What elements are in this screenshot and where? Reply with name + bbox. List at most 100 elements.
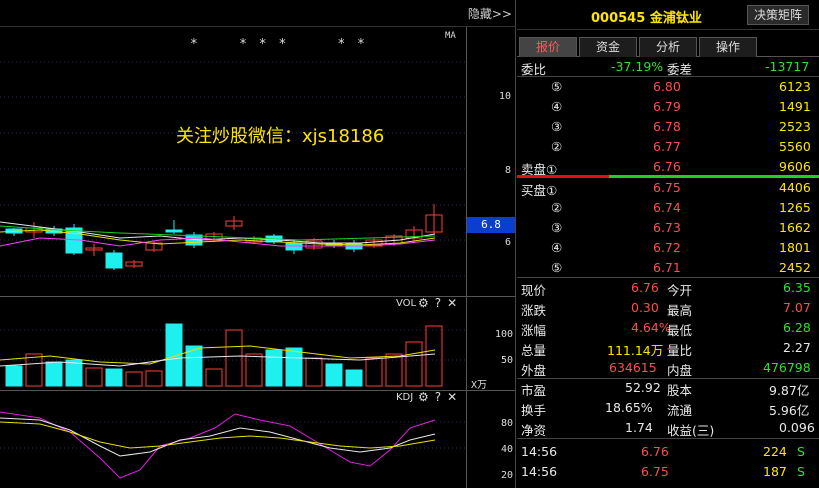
sell-price: 6.78 (653, 119, 681, 134)
volume-bar (305, 357, 323, 387)
sell-level-row: ④ 6.79 1491 (517, 97, 819, 117)
stat-row: 涨幅 4.64% 最低 6.28 (517, 318, 819, 338)
volume-bar (345, 369, 363, 387)
stat-label: 现价 (521, 283, 547, 298)
sell-level-label: ② (551, 139, 563, 154)
buy-price: 6.75 (653, 180, 681, 195)
buy-level-row: ② 6.74 1265 (517, 198, 819, 218)
stat-value: 0.30 (631, 300, 659, 315)
buy-volume: 1801 (779, 240, 811, 255)
tab-quote[interactable]: 报价 (519, 37, 577, 57)
wei-cha-value: -13717 (765, 59, 810, 74)
stock-app: 隐藏>> * * * * * * MA 关注炒股微信：xjs18186 10 8… (0, 0, 819, 488)
kdj-axis-label-20: 20 (501, 470, 514, 481)
sell-volume: 1491 (779, 99, 811, 114)
stock-title: 000545 金浦钛业 (591, 7, 702, 26)
tick-row: 14:56 6.76 224 S (517, 442, 819, 462)
stat-label: 换手 (521, 403, 547, 418)
price-axis-label-8: 8 (505, 165, 512, 176)
stat-label: 今开 (667, 283, 693, 298)
stat-value: 5.96亿 (769, 403, 810, 418)
buy-price: 6.73 (653, 220, 681, 235)
buy-level-label: ⑤ (551, 260, 563, 275)
sell-level-row: ⑤ 6.80 6123 (517, 77, 819, 97)
sell-price: 6.77 (653, 139, 681, 154)
vol-unit: X万 (471, 380, 488, 391)
quote-tabs: 报价 资金 分析 操作 (517, 37, 819, 57)
stat-label: 收益(三) (667, 423, 715, 438)
vol-settings-gear-icon[interactable]: ⚙ (418, 296, 429, 310)
buy-volume: 1265 (779, 200, 811, 215)
stat-value: 1.74 (625, 420, 653, 435)
chart-canvas (0, 61, 466, 479)
vol-help-icon[interactable]: ? (435, 296, 441, 310)
stat-label: 涨跌 (521, 303, 547, 318)
stat-row: 现价 6.76 今开 6.35 (517, 278, 819, 298)
volume-bar (205, 368, 223, 387)
tick-price: 6.76 (641, 444, 669, 459)
quote-panel: 000545 金浦钛业 决策矩阵 报价 资金 分析 操作 委比 -37.19% … (517, 0, 819, 488)
tick-time: 14:56 (521, 464, 558, 479)
stat-row: 外盘 634615 内盘 476798 (517, 358, 819, 378)
stat-row: 涨跌 0.30 最高 7.07 (517, 298, 819, 318)
stat-label: 外盘 (521, 363, 547, 378)
stat-row: 换手 18.65% 流通 5.96亿 (517, 398, 819, 418)
volume-bar (385, 353, 403, 387)
promo-text: 关注炒股微信：xjs18186 (176, 126, 385, 147)
stat-label: 股本 (667, 383, 693, 398)
buy-level-row: ④ 6.72 1801 (517, 238, 819, 258)
sell-level-row: ② 6.77 5560 (517, 137, 819, 157)
tab-funds[interactable]: 资金 (579, 37, 637, 57)
stock-name: 金浦钛业 (649, 11, 702, 26)
tick-side: S (797, 464, 805, 479)
volume-bar (25, 353, 43, 387)
buy-level-label: ④ (551, 240, 563, 255)
stat-label: 总量 (521, 343, 547, 358)
sell-level-label: ③ (551, 119, 563, 134)
stat-value: 9.87亿 (769, 383, 810, 398)
stat-label: 最低 (667, 323, 693, 338)
tick-time: 14:56 (521, 444, 558, 459)
chart-area: 隐藏>> * * * * * * MA 关注炒股微信：xjs18186 10 8… (0, 0, 516, 488)
stat-label: 流通 (667, 403, 693, 418)
ma-label: MA (445, 31, 456, 41)
kdj-axis-label-80: 80 (501, 418, 514, 429)
price-axis-label-10: 10 (499, 91, 512, 102)
vol-axis-label-50: 50 (501, 355, 514, 366)
tab-operate[interactable]: 操作 (699, 37, 757, 57)
stat-value: 111.14万 (607, 343, 664, 358)
stat-value: 6.28 (783, 320, 811, 335)
buy-price: 6.71 (653, 260, 681, 275)
sell-level-row: 卖盘① 6.76 9606 (517, 157, 819, 177)
stat-value: 4.64% (631, 320, 671, 335)
stat-row: 市盈 52.92 股本 9.87亿 (517, 378, 819, 398)
kdj-help-icon[interactable]: ? (435, 390, 441, 404)
stat-row: 净资 1.74 收益(三) 0.096 (517, 418, 819, 438)
tab-analysis[interactable]: 分析 (639, 37, 697, 57)
volume-bar (225, 329, 243, 387)
sell-price: 6.79 (653, 99, 681, 114)
stat-label: 内盘 (667, 363, 693, 378)
buy-volume: 1662 (779, 220, 811, 235)
divider (517, 438, 819, 439)
vol-close-icon[interactable]: ✕ (447, 296, 457, 310)
wei-row: 委比 -37.19% 委差 -13717 (517, 57, 819, 77)
volume-bar (105, 368, 123, 387)
buy-level-row: ③ 6.73 1662 (517, 218, 819, 238)
buy-level-row: ⑤ 6.71 2452 (517, 258, 819, 278)
sell-level-label: ⑤ (551, 79, 563, 94)
sell-level-row: ③ 6.78 2523 (517, 117, 819, 137)
tick-row: 14:56 6.75 187 S (517, 462, 819, 482)
price-axis: 10 8 6 100 50 X万 80 40 20 (466, 27, 516, 488)
volume-bar (245, 353, 263, 387)
stat-label: 量比 (667, 343, 693, 358)
volume-bar (285, 347, 303, 387)
decision-matrix-button[interactable]: 决策矩阵 (746, 5, 809, 25)
sell-price: 6.76 (653, 159, 681, 174)
tick-side: S (797, 444, 805, 459)
volume-bar (365, 357, 383, 387)
sell-volume: 6123 (779, 79, 811, 94)
kdj-settings-gear-icon[interactable]: ⚙ (418, 390, 429, 404)
buy-level-row: 买盘① 6.75 4406 (517, 178, 819, 198)
kdj-close-icon[interactable]: ✕ (447, 390, 457, 404)
